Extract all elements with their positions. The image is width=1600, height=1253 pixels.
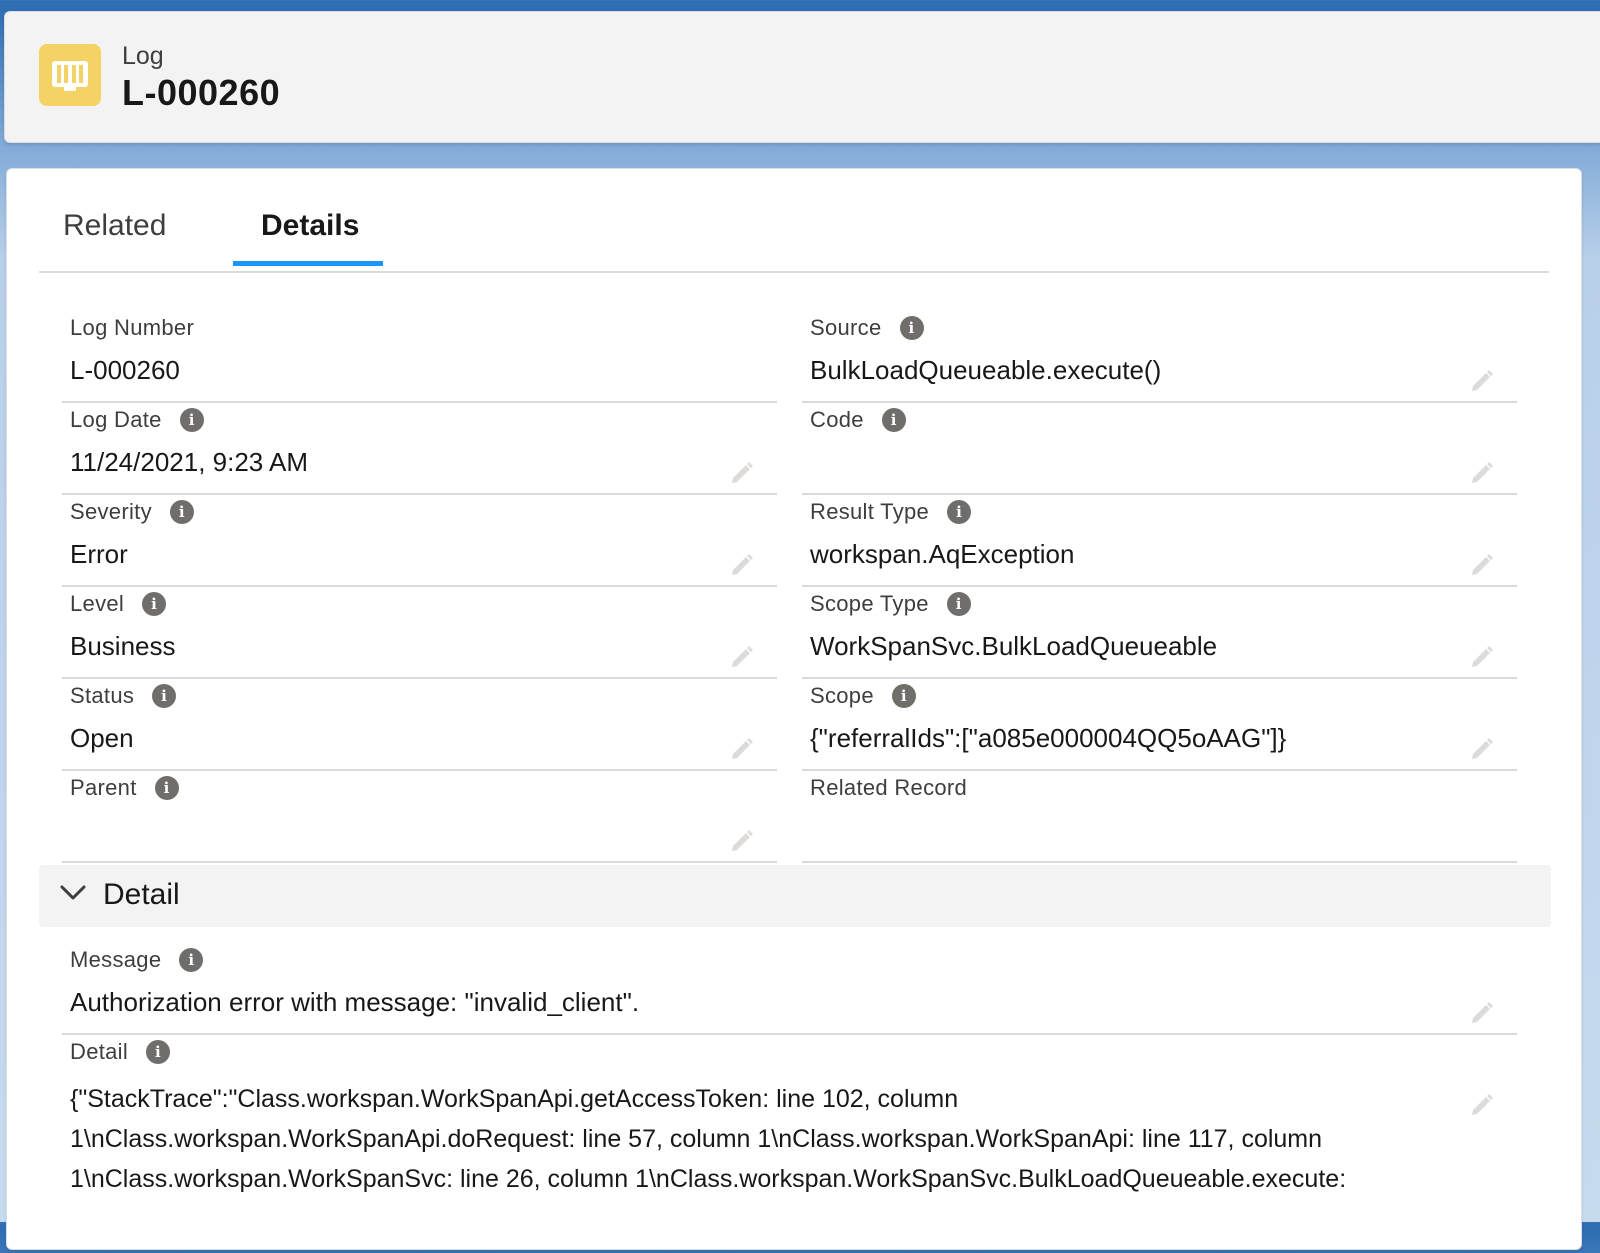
pencil-icon[interactable] bbox=[729, 735, 755, 761]
field-value: Business bbox=[70, 631, 176, 661]
pencil-icon[interactable] bbox=[1469, 551, 1495, 577]
field-parent: Parent i bbox=[62, 769, 777, 863]
info-icon[interactable]: i bbox=[881, 408, 906, 432]
field-label: Scope Type bbox=[810, 591, 929, 616]
field-level: Level i Business bbox=[62, 585, 777, 679]
tab-details[interactable]: Details bbox=[261, 209, 359, 243]
object-type-label: Log bbox=[122, 42, 164, 70]
info-icon[interactable]: i bbox=[169, 500, 194, 524]
stack-trace-line: 1\nClass.workspan.WorkSpanSvc: line 26, … bbox=[70, 1165, 1347, 1193]
info-icon[interactable]: i bbox=[947, 500, 972, 524]
field-label: Related Record bbox=[810, 775, 968, 800]
field-label: Log Number bbox=[70, 315, 195, 340]
field-label: Level bbox=[70, 591, 125, 616]
pencil-icon[interactable] bbox=[1469, 999, 1495, 1025]
field-code: Code i bbox=[802, 401, 1517, 495]
pencil-icon[interactable] bbox=[1469, 643, 1495, 669]
pencil-icon[interactable] bbox=[1469, 1091, 1495, 1117]
pencil-icon[interactable] bbox=[1469, 735, 1495, 761]
field-value: workspan.AqException bbox=[810, 539, 1075, 569]
field-related-record: Related Record bbox=[802, 769, 1517, 863]
field-result-type: Result Type i workspan.AqException bbox=[802, 493, 1517, 587]
field-label: Detail bbox=[70, 1039, 129, 1064]
pencil-icon[interactable] bbox=[729, 551, 755, 577]
info-icon[interactable]: i bbox=[146, 1040, 171, 1064]
field-status: Status i Open bbox=[62, 677, 777, 771]
record-title: L-000260 bbox=[122, 72, 281, 113]
pencil-icon[interactable] bbox=[729, 643, 755, 669]
field-scope: Scope i {"referralIds":["a085e000004QQ5oA… bbox=[802, 677, 1517, 771]
field-value: BulkLoadQueueable.execute() bbox=[810, 355, 1162, 385]
field-value: WorkSpanSvc.BulkLoadQueueable bbox=[810, 631, 1218, 661]
info-icon[interactable]: i bbox=[946, 592, 971, 616]
field-label: Scope bbox=[810, 683, 874, 708]
info-icon[interactable]: i bbox=[142, 592, 167, 616]
stack-trace-line: 1\nClass.workspan.WorkSpanApi.doRequest:… bbox=[70, 1125, 1323, 1153]
info-icon[interactable]: i bbox=[152, 684, 177, 708]
info-icon[interactable]: i bbox=[179, 408, 204, 432]
info-icon[interactable]: i bbox=[891, 684, 916, 708]
field-detail: Detail i {"StackTrace":"Class.workspan.Wo… bbox=[62, 1033, 1517, 1253]
field-value: {"referralIds":["a085e000004QQ5oAAG"]} bbox=[810, 723, 1287, 753]
pencil-icon[interactable] bbox=[1469, 459, 1495, 485]
field-value: Open bbox=[70, 723, 134, 753]
field-log-date: Log Date i 11/24/2021, 9:23 AM bbox=[62, 401, 777, 495]
section-title: Detail bbox=[103, 878, 180, 911]
field-value: 11/24/2021, 9:23 AM bbox=[70, 447, 309, 477]
field-scope-type: Scope Type i WorkSpanSvc.BulkLoadQueueabl… bbox=[802, 585, 1517, 679]
field-value: Authorization error with message: "inval… bbox=[70, 987, 640, 1017]
field-value: Error bbox=[70, 539, 128, 569]
field-value: L-000260 bbox=[70, 355, 180, 385]
stack-trace-text: {"StackTrace":"Class.workspan.WorkSpanAp… bbox=[70, 1079, 1460, 1199]
field-label: Code bbox=[810, 407, 864, 432]
stack-trace-line: {"StackTrace":"Class.workspan.WorkSpanAp… bbox=[70, 1085, 959, 1113]
field-label: Status bbox=[70, 683, 135, 708]
active-tab-indicator bbox=[233, 261, 383, 266]
field-severity: Severity i Error bbox=[62, 493, 777, 587]
field-label: Log Date bbox=[70, 407, 162, 432]
info-icon[interactable]: i bbox=[154, 776, 179, 800]
field-source: Source i BulkLoadQueueable.execute() bbox=[802, 309, 1517, 403]
record-header: Log L-000260 bbox=[4, 11, 1600, 143]
detail-section-toggle[interactable]: Detail bbox=[39, 865, 1551, 927]
field-label: Parent bbox=[70, 775, 137, 800]
record-detail-card: Related Details Log Number L-000260 Sour… bbox=[6, 168, 1582, 1250]
field-log-number: Log Number L-000260 bbox=[62, 309, 777, 403]
field-label: Source bbox=[810, 315, 882, 340]
tab-related[interactable]: Related bbox=[63, 209, 166, 243]
field-message: Message i Authorization error with messag… bbox=[62, 941, 1517, 1035]
chevron-down-icon bbox=[60, 885, 86, 900]
field-label: Message bbox=[70, 947, 162, 972]
tab-bar: Related Details bbox=[39, 169, 1549, 273]
field-label: Result Type bbox=[810, 499, 930, 524]
field-label: Severity bbox=[70, 499, 152, 524]
info-icon[interactable]: i bbox=[899, 316, 924, 340]
pencil-icon[interactable] bbox=[729, 827, 755, 853]
info-icon[interactable]: i bbox=[179, 948, 204, 972]
pencil-icon[interactable] bbox=[729, 459, 755, 485]
book-icon bbox=[39, 44, 101, 106]
pencil-icon[interactable] bbox=[1469, 367, 1495, 393]
